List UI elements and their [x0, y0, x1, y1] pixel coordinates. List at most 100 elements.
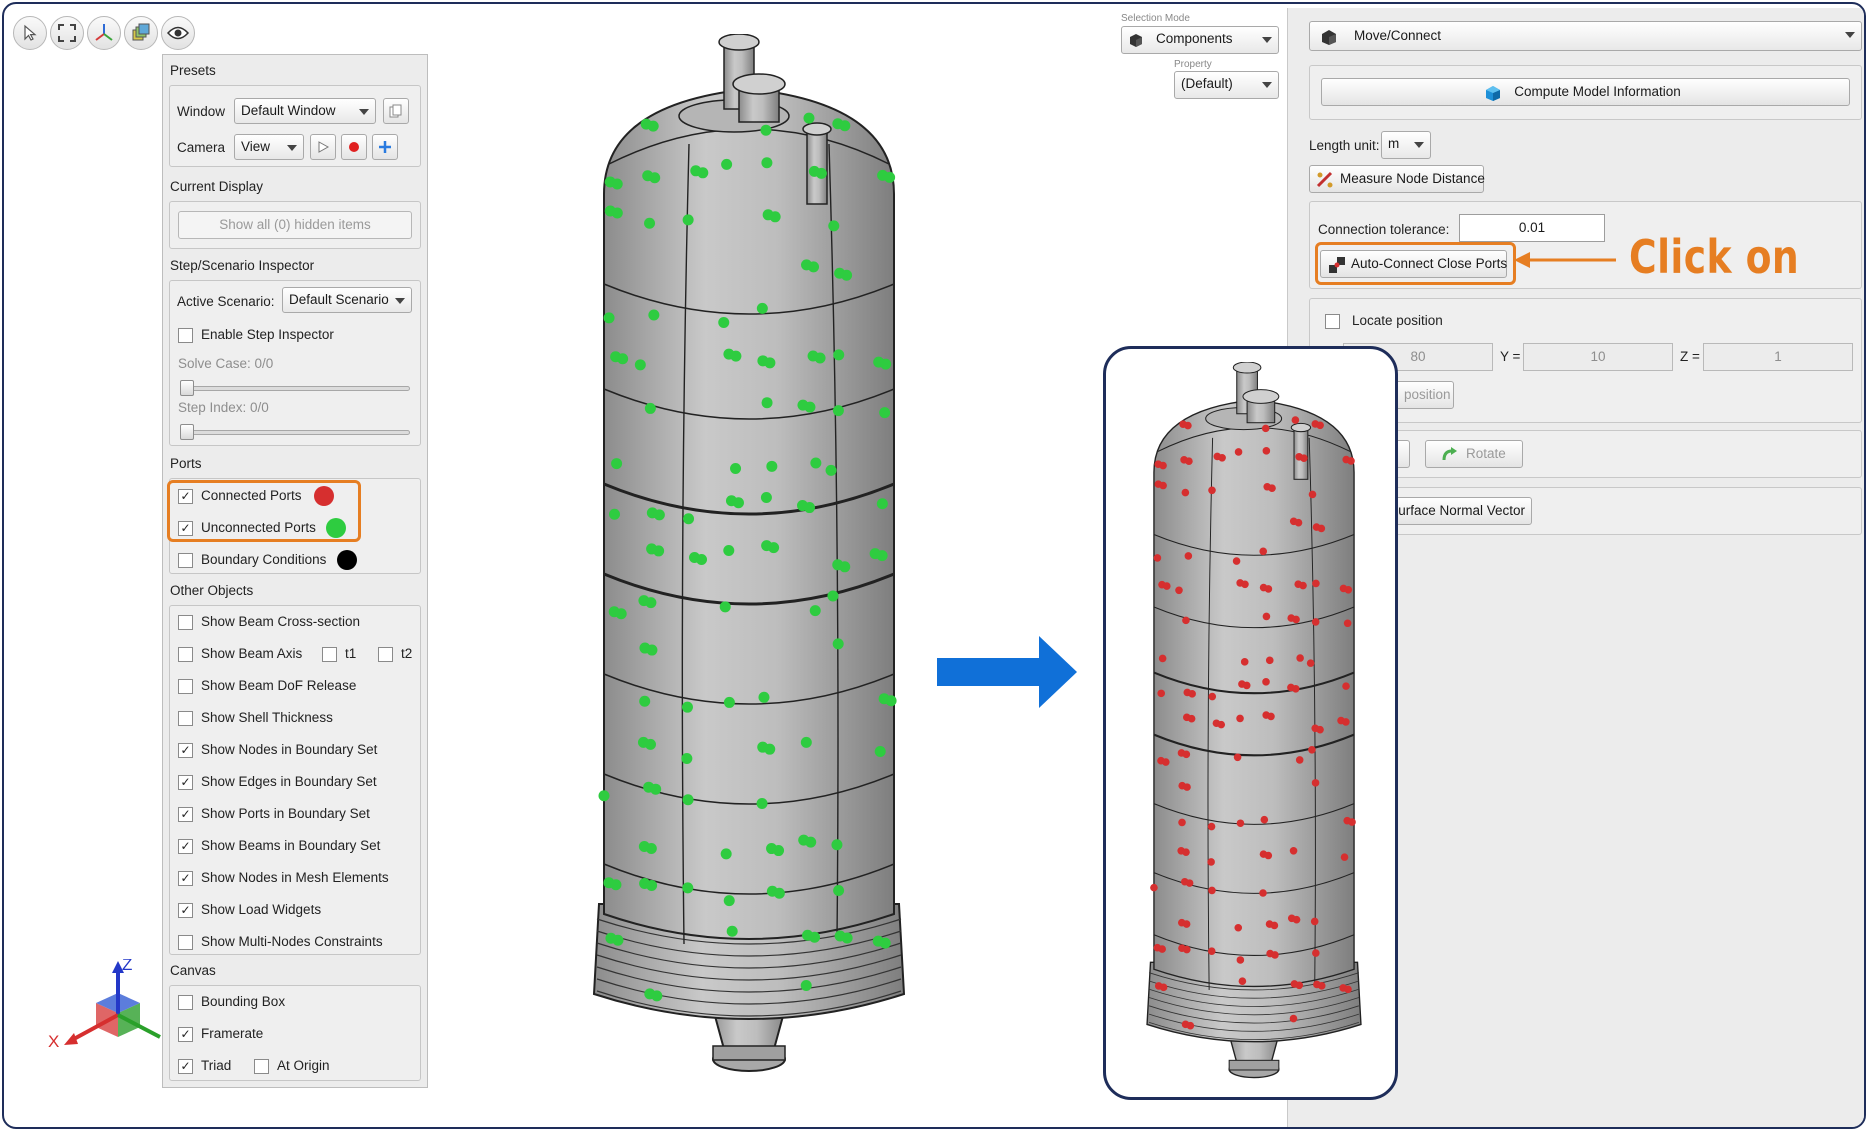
axes-icon: [95, 24, 113, 41]
presets-title: Presets: [170, 63, 216, 78]
visibility-button[interactable]: [161, 16, 195, 50]
triad-checkbox[interactable]: ✓: [178, 1059, 193, 1074]
pressure-vessel-model-unconnected[interactable]: [579, 34, 919, 1089]
shell-thickness-checkbox[interactable]: [178, 711, 193, 726]
port-marker: [653, 545, 665, 557]
enable-step-inspector-checkbox[interactable]: [178, 328, 193, 343]
port-marker: [1175, 586, 1183, 595]
step-index-slider[interactable]: [184, 430, 410, 435]
add-camera-button[interactable]: [372, 134, 398, 160]
select-tool-button[interactable]: [13, 16, 47, 50]
port-marker: [800, 736, 812, 748]
framerate-checkbox[interactable]: ✓: [178, 1027, 193, 1042]
port-marker: [1207, 858, 1215, 866]
selection-mode-select[interactable]: Components: [1121, 26, 1279, 54]
port-marker: [683, 513, 695, 525]
port-marker: [610, 879, 622, 891]
solve-case-slider-handle[interactable]: [180, 380, 194, 396]
compute-cube-icon: [1486, 86, 1500, 101]
length-unit-select[interactable]: m: [1381, 131, 1431, 159]
vessel-nozzle-flange: [718, 34, 760, 51]
show-hidden-items-button[interactable]: Show all (0) hidden items: [178, 211, 412, 239]
port-marker: [682, 882, 694, 894]
port-marker: [1242, 681, 1251, 690]
port-marker: [880, 358, 892, 370]
port-marker: [1348, 818, 1356, 826]
y-input[interactable]: 10: [1523, 343, 1673, 371]
beam-cross-section-checkbox[interactable]: [178, 615, 193, 630]
bounding-box-checkbox[interactable]: [178, 995, 193, 1010]
locate-position-checkbox[interactable]: [1325, 314, 1340, 329]
port-marker: [611, 458, 623, 470]
port-marker: [764, 357, 776, 369]
connection-tolerance-input[interactable]: 0.01: [1459, 214, 1605, 242]
record-camera-button[interactable]: [341, 134, 367, 160]
port-marker: [756, 302, 768, 314]
layers-button[interactable]: [124, 16, 158, 50]
solve-case-slider[interactable]: [184, 386, 410, 391]
ports-boundary-set-checkbox[interactable]: ✓: [178, 807, 193, 822]
at-origin-checkbox[interactable]: [254, 1059, 269, 1074]
port-marker: [1292, 615, 1300, 624]
port-marker: [730, 350, 742, 362]
port-marker: [609, 508, 621, 520]
port-marker: [761, 157, 773, 169]
beam-axis-checkbox[interactable]: [178, 647, 193, 662]
port-marker: [1236, 956, 1245, 964]
port-marker: [644, 402, 656, 414]
port-marker: [1296, 654, 1304, 662]
edges-boundary-set-checkbox[interactable]: ✓: [178, 775, 193, 790]
ports-highlight-box: [167, 480, 361, 542]
beams-boundary-set-checkbox[interactable]: ✓: [178, 839, 193, 854]
copy-window-button[interactable]: [383, 98, 409, 124]
boundary-conditions-checkbox[interactable]: [178, 553, 193, 568]
vessel-bottom-nozzle: [1228, 1059, 1280, 1071]
go-to-position-label: position: [1404, 387, 1451, 402]
camera-select-value: View: [241, 139, 271, 154]
port-marker: [808, 261, 820, 273]
beam-dof-release-checkbox[interactable]: [178, 679, 193, 694]
nodes-mesh-elements-checkbox[interactable]: ✓: [178, 871, 193, 886]
rotate-button[interactable]: Rotate: [1425, 440, 1523, 468]
camera-select[interactable]: View: [234, 134, 304, 160]
property-select[interactable]: (Default): [1174, 71, 1279, 99]
port-marker: [800, 979, 812, 991]
z-input[interactable]: 1: [1703, 343, 1853, 371]
window-select-value: Default Window: [241, 103, 336, 118]
load-widgets-checkbox[interactable]: ✓: [178, 903, 193, 918]
multi-nodes-constraints-checkbox[interactable]: [178, 935, 193, 950]
vessel-nozzle-flange: [1232, 362, 1262, 374]
beam-axis-t2-checkbox[interactable]: [378, 647, 393, 662]
boundary-conditions-color-swatch[interactable]: [337, 550, 357, 570]
compute-group: Compute Model Information: [1309, 65, 1862, 120]
port-marker: [649, 172, 661, 184]
annotation-arrow: [1514, 252, 1616, 268]
port-marker: [1159, 983, 1168, 992]
port-marker: [1312, 579, 1320, 588]
rotate-label: Rotate: [1466, 446, 1506, 461]
port-marker: [1264, 585, 1273, 593]
compute-model-info-button[interactable]: Compute Model Information: [1321, 78, 1850, 106]
measure-node-distance-button[interactable]: Measure Node Distance: [1309, 165, 1485, 193]
port-marker: [1308, 745, 1316, 754]
window-select[interactable]: Default Window: [234, 98, 376, 124]
port-marker: [719, 601, 731, 613]
tool-select[interactable]: Move/Connect: [1309, 21, 1862, 51]
port-marker: [833, 884, 845, 896]
active-scenario-select[interactable]: Default Scenario: [282, 287, 412, 313]
step-index-slider-handle[interactable]: [180, 424, 194, 440]
port-marker: [682, 214, 694, 226]
port-marker: [1310, 917, 1319, 926]
port-marker: [1182, 616, 1190, 625]
nodes-boundary-set-checkbox[interactable]: ✓: [178, 743, 193, 758]
beam-axis-t1-checkbox[interactable]: [322, 647, 337, 662]
port-marker: [646, 644, 658, 656]
port-marker: [1311, 618, 1320, 626]
port-marker: [646, 879, 658, 891]
play-camera-button[interactable]: [310, 134, 336, 160]
port-marker: [884, 171, 896, 183]
fit-view-button[interactable]: [50, 16, 84, 50]
port-marker: [598, 790, 610, 802]
axes-view-button[interactable]: [87, 16, 121, 50]
port-marker: [1184, 552, 1193, 560]
